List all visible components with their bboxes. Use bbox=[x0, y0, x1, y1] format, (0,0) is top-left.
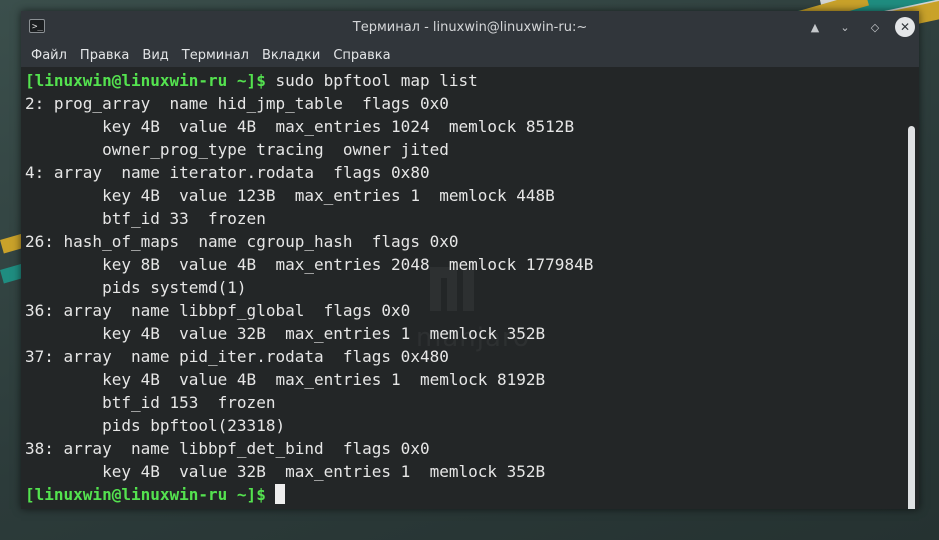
output-line: key 8B value 4B max_entries 2048 memlock… bbox=[25, 255, 594, 274]
menu-terminal[interactable]: Терминал bbox=[182, 48, 249, 63]
minimize-icon[interactable]: ⌄ bbox=[835, 17, 855, 37]
output-line: key 4B value 32B max_entries 1 memlock 3… bbox=[25, 462, 546, 481]
terminal-output-area[interactable]: manjaro [linuxwin@linuxwin-ru ~]$ sudo b… bbox=[21, 67, 919, 509]
menu-file[interactable]: Файл bbox=[31, 48, 67, 63]
output-line: pids bpftool(23318) bbox=[25, 416, 286, 435]
window-controls: ▲ ⌄ ◇ ✕ bbox=[805, 17, 915, 37]
terminal-window: >_ Терминал - linuxwin@linuxwin-ru:~ ▲ ⌄… bbox=[21, 11, 919, 509]
output-line: key 4B value 123B max_entries 1 memlock … bbox=[25, 186, 555, 205]
output-line: pids systemd(1) bbox=[25, 278, 247, 297]
output-line: 4: array name iterator.rodata flags 0x80 bbox=[25, 163, 430, 182]
shell-prompt: [linuxwin@linuxwin-ru ~]$ bbox=[25, 71, 266, 90]
output-line: 36: array name libbpf_global flags 0x0 bbox=[25, 301, 411, 320]
output-line: btf_id 153 frozen bbox=[25, 393, 276, 412]
window-title: Терминал - linuxwin@linuxwin-ru:~ bbox=[352, 19, 588, 35]
menu-help[interactable]: Справка bbox=[333, 48, 390, 63]
terminal-app-icon[interactable]: >_ bbox=[29, 19, 45, 33]
output-line: key 4B value 32B max_entries 1 memlock 3… bbox=[25, 324, 546, 343]
title-bar[interactable]: >_ Терминал - linuxwin@linuxwin-ru:~ ▲ ⌄… bbox=[21, 11, 919, 43]
output-line: 2: prog_array name hid_jmp_table flags 0… bbox=[25, 94, 449, 113]
output-line: btf_id 33 frozen bbox=[25, 209, 266, 228]
command-text: sudo bpftool map list bbox=[265, 71, 478, 90]
keep-above-icon[interactable]: ▲ bbox=[805, 17, 825, 37]
menu-view[interactable]: Вид bbox=[142, 48, 168, 63]
output-line: 26: hash_of_maps name cgroup_hash flags … bbox=[25, 232, 459, 251]
output-line: key 4B value 4B max_entries 1 memlock 81… bbox=[25, 370, 546, 389]
scrollbar[interactable] bbox=[908, 126, 915, 509]
text-cursor bbox=[275, 484, 286, 504]
menu-edit[interactable]: Правка bbox=[80, 48, 129, 63]
close-icon[interactable]: ✕ bbox=[895, 17, 915, 37]
output-line: 37: array name pid_iter.rodata flags 0x4… bbox=[25, 347, 449, 366]
menu-bar: Файл Правка Вид Терминал Вкладки Справка bbox=[21, 43, 919, 67]
current-prompt-line: [linuxwin@linuxwin-ru ~]$ bbox=[25, 483, 919, 506]
output-line: 38: array name libbpf_det_bind flags 0x0 bbox=[25, 439, 430, 458]
output-line: owner_prog_type tracing owner jited bbox=[25, 140, 449, 159]
shell-prompt: [linuxwin@linuxwin-ru ~]$ bbox=[25, 485, 266, 504]
output-line: key 4B value 4B max_entries 1024 memlock… bbox=[25, 117, 575, 136]
menu-tabs[interactable]: Вкладки bbox=[262, 48, 320, 63]
maximize-icon[interactable]: ◇ bbox=[865, 17, 885, 37]
command-line: [linuxwin@linuxwin-ru ~]$ sudo bpftool m… bbox=[25, 69, 919, 92]
